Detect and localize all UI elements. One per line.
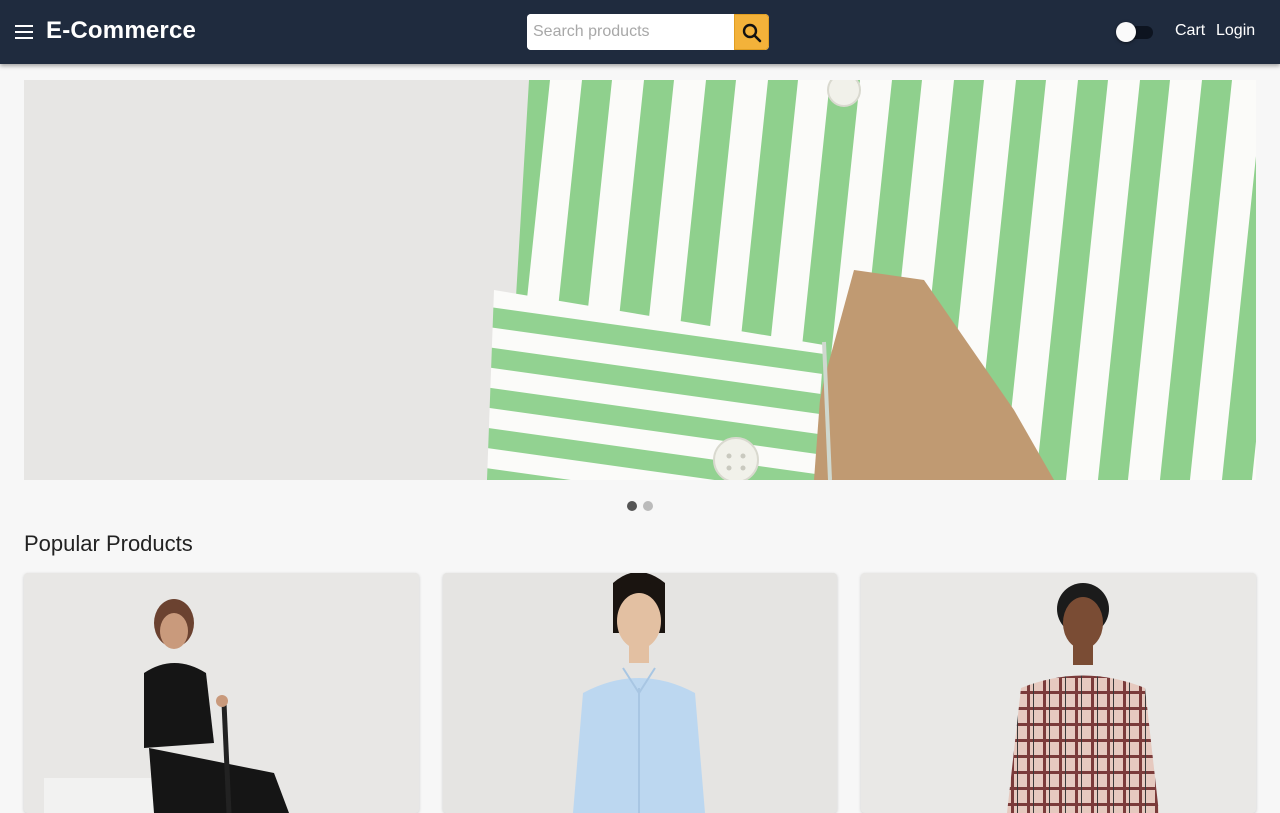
menu-icon[interactable] (12, 21, 36, 43)
search-icon (742, 23, 762, 43)
search-button[interactable] (734, 14, 769, 50)
product-image (861, 573, 1256, 813)
carousel-indicators (627, 501, 657, 513)
product-image (443, 573, 837, 813)
search-bar (527, 14, 769, 50)
login-link[interactable]: Login (1216, 22, 1255, 40)
app-bar: E-Commerce Cart Login (0, 0, 1280, 64)
hero-carousel-slide[interactable] (24, 80, 1256, 480)
product-image (24, 573, 419, 813)
product-card[interactable] (861, 573, 1256, 813)
search-input[interactable] (527, 14, 734, 50)
carousel-dot-1[interactable] (627, 501, 637, 511)
hero-image (24, 80, 1256, 480)
cart-link[interactable]: Cart (1175, 22, 1205, 40)
section-title: Popular Products (24, 531, 193, 556)
product-card[interactable] (24, 573, 419, 813)
theme-toggle[interactable] (1115, 21, 1155, 43)
toggle-knob (1116, 22, 1136, 42)
product-card[interactable] (443, 573, 837, 813)
brand-title[interactable]: E-Commerce (46, 17, 196, 45)
carousel-dot-2[interactable] (643, 501, 653, 511)
